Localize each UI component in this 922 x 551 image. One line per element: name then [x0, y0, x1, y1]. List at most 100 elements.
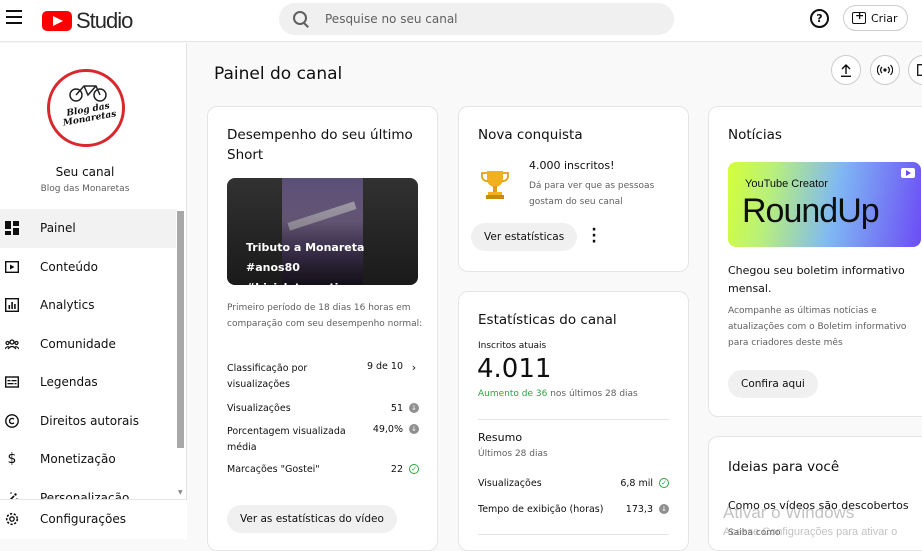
check-icon: ✓ [659, 478, 669, 488]
windows-activation-subtext: Acesse Configurações para ativar o [723, 526, 898, 538]
stat-row: Porcentagem visualizada média 49,0% ↓ [227, 424, 419, 457]
check-it-out-button[interactable]: Confira aqui [728, 370, 818, 398]
sidebar-item-configuracoes[interactable]: Configurações [0, 500, 187, 538]
sidebar: Blog das Monaretas Seu canal Blog das Mo… [0, 43, 187, 539]
sidebar-item-monetizacao[interactable]: $ Monetização [0, 440, 176, 479]
analytics-icon [5, 298, 19, 313]
menu-icon[interactable] [6, 10, 22, 26]
sidebar-item-label: Monetização [40, 452, 116, 467]
sidebar-item-label: Painel [40, 221, 76, 236]
youtube-badge-icon [901, 168, 915, 178]
banner-big-text: RoundUp [742, 192, 880, 230]
page-title: Painel do canal [214, 64, 343, 84]
creator-roundup-banner[interactable]: YouTube Creator RoundUp [728, 162, 921, 247]
sidebar-footer: Configurações [0, 499, 187, 539]
short-thumbnail[interactable]: Tributo a Monareta #anos80 #bicicletasan… [227, 178, 418, 285]
trophy-icon [481, 171, 509, 199]
arrow-down-icon: ↓ [659, 504, 669, 514]
channel-name: Blog das Monaretas [40, 184, 130, 194]
stat-value: 49,0% [372, 424, 403, 435]
live-icon [877, 64, 893, 76]
help-icon[interactable]: ? [810, 9, 829, 28]
sidebar-item-label: Direitos autorais [40, 413, 139, 428]
stat-label: Visualizações [478, 477, 542, 489]
avatar-text: Blog das Monaretas [62, 101, 118, 129]
windows-activation-watermark: Ativar o Windows [723, 503, 855, 522]
sidebar-item-conteudo[interactable]: Conteúdo [0, 248, 176, 287]
check-icon: ✓ [409, 464, 419, 474]
card-title: Desempenho do seu último Short [227, 127, 413, 163]
sidebar-item-direitos-autorais[interactable]: Direitos autorais [0, 402, 176, 441]
comparison-text: Primeiro período de 18 dias 16 horas em … [227, 303, 423, 329]
channel-title: Seu canal [55, 165, 115, 179]
monetization-icon: $ [7, 451, 17, 468]
stat-value: 6,8 mil [620, 477, 653, 489]
sidebar-nav: Painel Conteúdo Analytics Comunidade Leg… [0, 209, 176, 505]
stat-row[interactable]: Classificação por visualizações 9 de 10 … [227, 361, 419, 394]
sidebar-item-label: Configurações [40, 512, 126, 526]
dashboard-icon [5, 221, 19, 236]
card-title: Ideias para você [728, 459, 840, 475]
last-short-card: Desempenho do seu último Short Tributo a… [207, 106, 438, 551]
go-live-button[interactable] [870, 55, 900, 85]
copyright-icon [5, 413, 19, 428]
view-video-stats-button[interactable]: Ver as estatísticas do vídeo [227, 505, 397, 533]
card-title: Estatísticas do canal [478, 312, 617, 328]
stat-label: Visualizações [227, 402, 291, 414]
channel-avatar[interactable]: Blog das Monaretas [47, 69, 125, 147]
search-bar[interactable] [279, 3, 674, 35]
stat-value: 22 [390, 463, 403, 475]
banner-small-text: YouTube Creator [745, 178, 828, 190]
sidebar-item-comunidade[interactable]: Comunidade [0, 325, 176, 364]
news-card: Notícias YouTube Creator RoundUp Chegou … [708, 106, 922, 417]
subtitles-icon [5, 375, 19, 389]
stat-label: Classificação por visualizações [227, 363, 308, 390]
stat-row: Visualizações 6,8 mil ✓ [478, 470, 669, 496]
community-icon [5, 337, 19, 351]
sidebar-item-label: Analytics [40, 298, 95, 313]
stat-value: 51 [390, 402, 403, 414]
search-icon[interactable] [293, 11, 309, 27]
sidebar-item-analytics[interactable]: Analytics [0, 286, 176, 325]
divider [478, 419, 669, 420]
scroll-down-arrow-icon[interactable]: ▼ [178, 489, 183, 496]
stat-row: Visualizações 51 ↓ [227, 398, 419, 418]
stat-label: Marcações "Gostei" [227, 463, 320, 475]
view-stats-button[interactable]: Ver estatísticas [471, 223, 578, 251]
sidebar-item-label: Conteúdo [40, 259, 98, 274]
sidebar-item-legendas[interactable]: Legendas [0, 363, 176, 402]
youtube-logo-icon [42, 11, 72, 31]
gear-icon [5, 512, 19, 526]
content-icon [5, 260, 19, 274]
sidebar-scrollbar[interactable] [177, 211, 184, 448]
stat-row: Tempo de exibição (horas) 173,3 ↓ [478, 496, 669, 522]
stat-value: 9 de 10 [366, 361, 403, 372]
create-post-button[interactable] [908, 55, 922, 85]
create-button[interactable]: Criar [843, 5, 908, 31]
news-headline: Chegou seu boletim informativo mensal. [728, 264, 905, 295]
card-title: Notícias [728, 127, 782, 143]
top-bar: Studio ? Criar [0, 0, 922, 42]
channel-stats-card: Estatísticas do canal Inscritos atuais 4… [458, 291, 689, 551]
card-title: Nova conquista [478, 127, 583, 143]
search-input[interactable] [325, 12, 645, 26]
achievement-description: Dá para ver que as pessoas gostam do seu… [529, 181, 655, 207]
short-stats: Classificação por visualizações 9 de 10 … [227, 361, 419, 479]
achievement-headline: 4.000 inscritos! [529, 159, 615, 172]
more-options-icon[interactable]: · · · [589, 223, 599, 249]
sidebar-item-painel[interactable]: Painel [0, 209, 176, 248]
growth-period: nos últimos 28 dias [547, 389, 638, 399]
create-label: Criar [871, 11, 898, 25]
upload-button[interactable] [831, 55, 861, 85]
arrow-down-icon: ↓ [409, 403, 419, 413]
create-video-icon [852, 9, 866, 24]
studio-logo[interactable]: Studio [42, 8, 133, 34]
sidebar-item-label: Comunidade [40, 336, 116, 351]
sidebar-item-label: Legendas [40, 375, 98, 390]
bicycle-icon [69, 85, 107, 102]
chevron-right-icon[interactable]: › [409, 361, 419, 374]
subscribers-growth: Aumento de 36 nos últimos 28 dias [478, 389, 638, 399]
summary-stats: Visualizações 6,8 mil ✓ Tempo de exibiçã… [478, 470, 669, 522]
stat-value: 173,3 [625, 503, 653, 515]
subscribers-label: Inscritos atuais [478, 341, 547, 351]
